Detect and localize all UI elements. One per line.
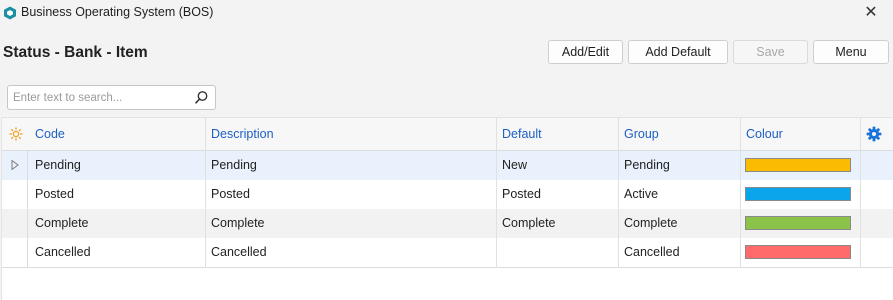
cell-group: Complete: [624, 216, 678, 230]
cell-group: Cancelled: [624, 245, 680, 259]
cell-description: Pending: [211, 158, 257, 172]
search-icon[interactable]: [194, 90, 209, 105]
column-divider: [205, 118, 206, 150]
cell-group: Pending: [624, 158, 670, 172]
cell-description: Complete: [211, 216, 265, 230]
column-header-description[interactable]: Description: [205, 118, 497, 150]
close-icon: ✕: [864, 4, 878, 21]
column-divider: [205, 151, 206, 268]
cell-code: Cancelled: [35, 245, 91, 259]
cell-default: Posted: [502, 187, 541, 201]
table-row[interactable]: Pending Pending New Pending: [2, 151, 893, 180]
row-selector[interactable]: [2, 209, 28, 238]
title-bar: Business Operating System (BOS) ✕: [0, 0, 893, 28]
table-row[interactable]: Complete Complete Complete Complete: [2, 209, 893, 238]
column-header-colour[interactable]: Colour: [740, 118, 860, 150]
cell-code: Complete: [35, 216, 89, 230]
row-selector[interactable]: [2, 180, 28, 209]
sun-icon[interactable]: [9, 127, 23, 141]
close-window-button[interactable]: ✕: [859, 2, 883, 24]
cell-description: Cancelled: [211, 245, 267, 259]
page-title: Status - Bank - Item: [3, 44, 148, 61]
column-divider: [496, 118, 497, 150]
column-divider: [740, 151, 741, 268]
colour-swatch: [745, 187, 851, 201]
row-selector[interactable]: [2, 151, 28, 180]
column-divider: [496, 151, 497, 268]
menu-button[interactable]: Menu: [813, 40, 889, 64]
current-row-indicator-icon: [11, 160, 19, 170]
column-divider: [860, 151, 861, 268]
settings-gear-icon[interactable]: [866, 126, 882, 142]
search-input[interactable]: [8, 86, 198, 109]
colour-swatch: [745, 216, 851, 230]
grid-header: Code Description Default Group Colour: [2, 118, 893, 151]
app-logo-icon: [4, 6, 16, 20]
table-row[interactable]: Cancelled Cancelled Cancelled: [2, 238, 893, 268]
cell-default: New: [502, 158, 528, 172]
table-row[interactable]: Posted Posted Posted Active: [2, 180, 893, 209]
cell-code: Posted: [35, 187, 74, 201]
column-divider: [860, 118, 861, 150]
colour-swatch: [745, 245, 851, 259]
column-header-group[interactable]: Group: [618, 118, 740, 150]
status-grid: Code Description Default Group Colour Pe…: [1, 117, 893, 300]
column-divider: [618, 151, 619, 268]
cell-description: Posted: [211, 187, 250, 201]
window-title: Business Operating System (BOS): [21, 5, 214, 19]
add-edit-button[interactable]: Add/Edit: [548, 40, 623, 64]
cell-default: Complete: [502, 216, 556, 230]
cell-group: Active: [624, 187, 659, 201]
column-header-code[interactable]: Code: [29, 118, 206, 150]
colour-swatch: [745, 158, 851, 172]
row-selector[interactable]: [2, 238, 28, 267]
cell-code: Pending: [35, 158, 81, 172]
column-divider: [740, 118, 741, 150]
add-default-button[interactable]: Add Default: [628, 40, 728, 64]
search-box: [7, 85, 216, 110]
save-button[interactable]: Save: [733, 40, 808, 64]
column-divider: [618, 118, 619, 150]
column-header-default[interactable]: Default: [496, 118, 618, 150]
